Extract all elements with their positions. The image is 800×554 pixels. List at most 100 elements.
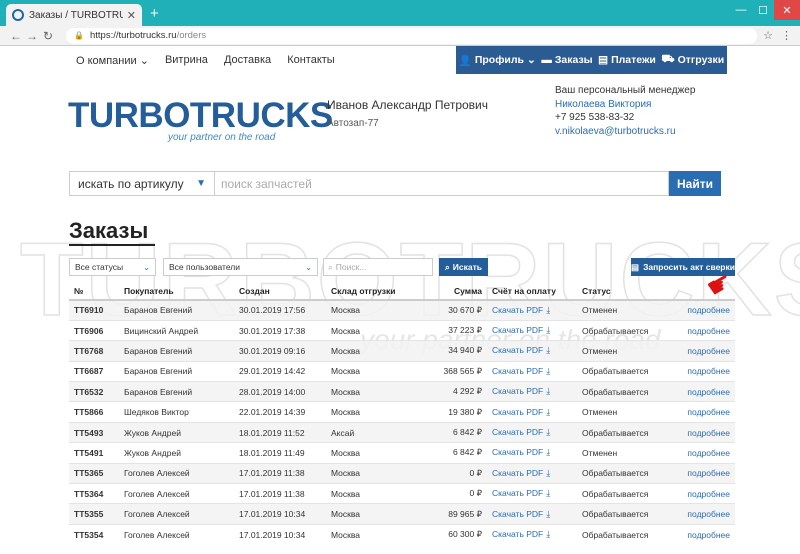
download-icon: ⤓: [546, 304, 551, 315]
orders-search-button[interactable]: ⌕ Искать: [439, 258, 488, 276]
minimize-icon[interactable]: —: [730, 0, 752, 20]
manager-info: Ваш персональный менеджер Николаева Викт…: [555, 84, 695, 138]
download-icon: ⤓: [546, 508, 551, 519]
warehouse: Москва: [326, 360, 421, 382]
address-bar[interactable]: 🔒 https://turbotrucks.ru/orders: [66, 27, 758, 44]
back-icon[interactable]: ←: [8, 29, 24, 43]
manager-email[interactable]: v.nikolaeva@turbotrucks.ru: [555, 125, 695, 139]
details-link[interactable]: подробнее: [667, 503, 735, 525]
order-number[interactable]: TT6687: [69, 360, 119, 382]
warehouse: Москва: [326, 340, 421, 362]
download-pdf-link[interactable]: Скачать PDF ⤓: [487, 360, 577, 382]
details-link[interactable]: подробнее: [667, 340, 735, 362]
details-link[interactable]: подробнее: [667, 381, 735, 402]
order-number[interactable]: TT5493: [69, 421, 119, 443]
order-number[interactable]: TT6910: [69, 299, 119, 321]
user-filter-select[interactable]: Все пользователи ⌄: [163, 258, 318, 276]
col-invoice: Счёт на оплату: [487, 282, 577, 301]
nav-profile[interactable]: 👤 Профиль ⌄: [459, 54, 536, 67]
status-filter-select[interactable]: Все статусы ⌄: [69, 258, 156, 276]
site-logo[interactable]: TURBOTRUCKS your partner on the road: [68, 96, 333, 143]
warehouse: Аксай: [326, 421, 421, 443]
order-status: Отменен: [577, 401, 667, 423]
nav-shipments[interactable]: ⛟ Отгрузки: [661, 53, 724, 67]
order-number[interactable]: TT6906: [69, 319, 119, 341]
col-status[interactable]: Статус: [577, 282, 667, 301]
buyer-name: Шедяков Виктор: [119, 401, 234, 423]
col-created[interactable]: Создан: [234, 282, 326, 301]
browser-tab[interactable]: Заказы / TURBOTRUCKS — зап… ✕: [6, 4, 142, 26]
manager-name[interactable]: Николаева Виктория: [555, 98, 695, 112]
lock-icon: 🔒: [74, 31, 84, 40]
col-number[interactable]: №: [69, 282, 119, 301]
col-buyer[interactable]: Покупатель: [119, 282, 234, 301]
order-number[interactable]: TT5354: [69, 523, 119, 545]
nav-orders[interactable]: ▬ Заказы: [541, 54, 592, 66]
order-number[interactable]: TT6768: [69, 340, 119, 362]
order-number[interactable]: TT5866: [69, 401, 119, 423]
download-pdf-link[interactable]: Скачать PDF ⤓: [487, 523, 577, 545]
details-link[interactable]: подробнее: [667, 462, 735, 484]
search-icon: ⌕: [328, 261, 333, 272]
forward-icon[interactable]: →: [24, 29, 40, 43]
details-link[interactable]: подробнее: [667, 421, 735, 443]
download-pdf-link[interactable]: Скачать PDF ⤓: [487, 299, 577, 321]
new-tab-icon[interactable]: +: [150, 5, 159, 22]
warehouse: Москва: [326, 462, 421, 484]
details-link[interactable]: подробнее: [667, 319, 735, 341]
tab-close-icon[interactable]: ✕: [127, 9, 136, 22]
warehouse: Москва: [326, 523, 421, 545]
nav-payments[interactable]: ▤ Платежи: [598, 54, 656, 66]
order-number[interactable]: TT6532: [69, 381, 119, 402]
user-info: Иванов Александр Петрович Автозап-77: [327, 98, 488, 129]
maximize-icon[interactable]: ☐: [752, 0, 774, 20]
details-link[interactable]: подробнее: [667, 523, 735, 545]
download-pdf-link[interactable]: Скачать PDF ⤓: [487, 340, 577, 362]
col-warehouse[interactable]: Склад отгрузки: [326, 282, 421, 301]
nav-showcase[interactable]: Витрина: [165, 54, 208, 66]
search-mode-select[interactable]: искать по артикулу ▼: [69, 171, 215, 196]
details-link[interactable]: подробнее: [667, 442, 735, 464]
download-pdf-link[interactable]: Скачать PDF ⤓: [487, 381, 577, 402]
orders-search-input[interactable]: ⌕ Поиск...: [323, 258, 433, 276]
download-pdf-link[interactable]: Скачать PDF ⤓: [487, 401, 577, 423]
created-date: 18.01.2019 11:52: [234, 421, 326, 443]
buyer-name: Гоголев Алексей: [119, 503, 234, 525]
download-pdf-link[interactable]: Скачать PDF ⤓: [487, 421, 577, 443]
order-sum: 6 842 ₽: [421, 442, 487, 464]
order-number[interactable]: TT5355: [69, 503, 119, 525]
details-link[interactable]: подробнее: [667, 360, 735, 382]
chevron-down-icon: ⌄: [526, 54, 536, 66]
download-pdf-link[interactable]: Скачать PDF ⤓: [487, 462, 577, 484]
order-number[interactable]: TT5364: [69, 483, 119, 504]
user-icon: 👤: [458, 54, 472, 67]
order-sum: 30 670 ₽: [421, 299, 487, 321]
table-header-row: № Покупатель Создан Склад отгрузки Сумма…: [69, 282, 735, 301]
download-pdf-link[interactable]: Скачать PDF ⤓: [487, 319, 577, 341]
col-sum[interactable]: Сумма: [421, 282, 487, 301]
find-button[interactable]: Найти: [669, 171, 721, 196]
download-pdf-link[interactable]: Скачать PDF ⤓: [487, 483, 577, 504]
nav-contacts[interactable]: Контакты: [287, 54, 335, 66]
nav-about[interactable]: О компании ⌄: [76, 54, 149, 67]
order-number[interactable]: TT5365: [69, 462, 119, 484]
details-link[interactable]: подробнее: [667, 483, 735, 504]
download-pdf-link[interactable]: Скачать PDF ⤓: [487, 503, 577, 525]
browser-menu-icon[interactable]: ⋮: [781, 29, 792, 42]
nav-delivery[interactable]: Доставка: [224, 54, 271, 66]
download-icon: ⤓: [546, 345, 551, 356]
details-link[interactable]: подробнее: [667, 299, 735, 321]
parts-search-input[interactable]: поиск запчастей: [215, 171, 669, 196]
browser-toolbar: ← → ↻ 🔒 https://turbotrucks.ru/orders ☆ …: [0, 26, 800, 46]
order-status: Обрабатывается: [577, 503, 667, 525]
order-number[interactable]: TT5491: [69, 442, 119, 464]
order-sum: 19 380 ₽: [421, 401, 487, 423]
order-sum: 368 565 ₽: [421, 360, 487, 382]
details-link[interactable]: подробнее: [667, 401, 735, 423]
reload-icon[interactable]: ↻: [40, 29, 56, 43]
order-status: Обрабатывается: [577, 319, 667, 341]
window-close-icon[interactable]: ✕: [774, 0, 800, 20]
search-icon: ⌕: [445, 261, 450, 272]
bookmark-star-icon[interactable]: ☆: [763, 29, 773, 42]
download-pdf-link[interactable]: Скачать PDF ⤓: [487, 442, 577, 464]
